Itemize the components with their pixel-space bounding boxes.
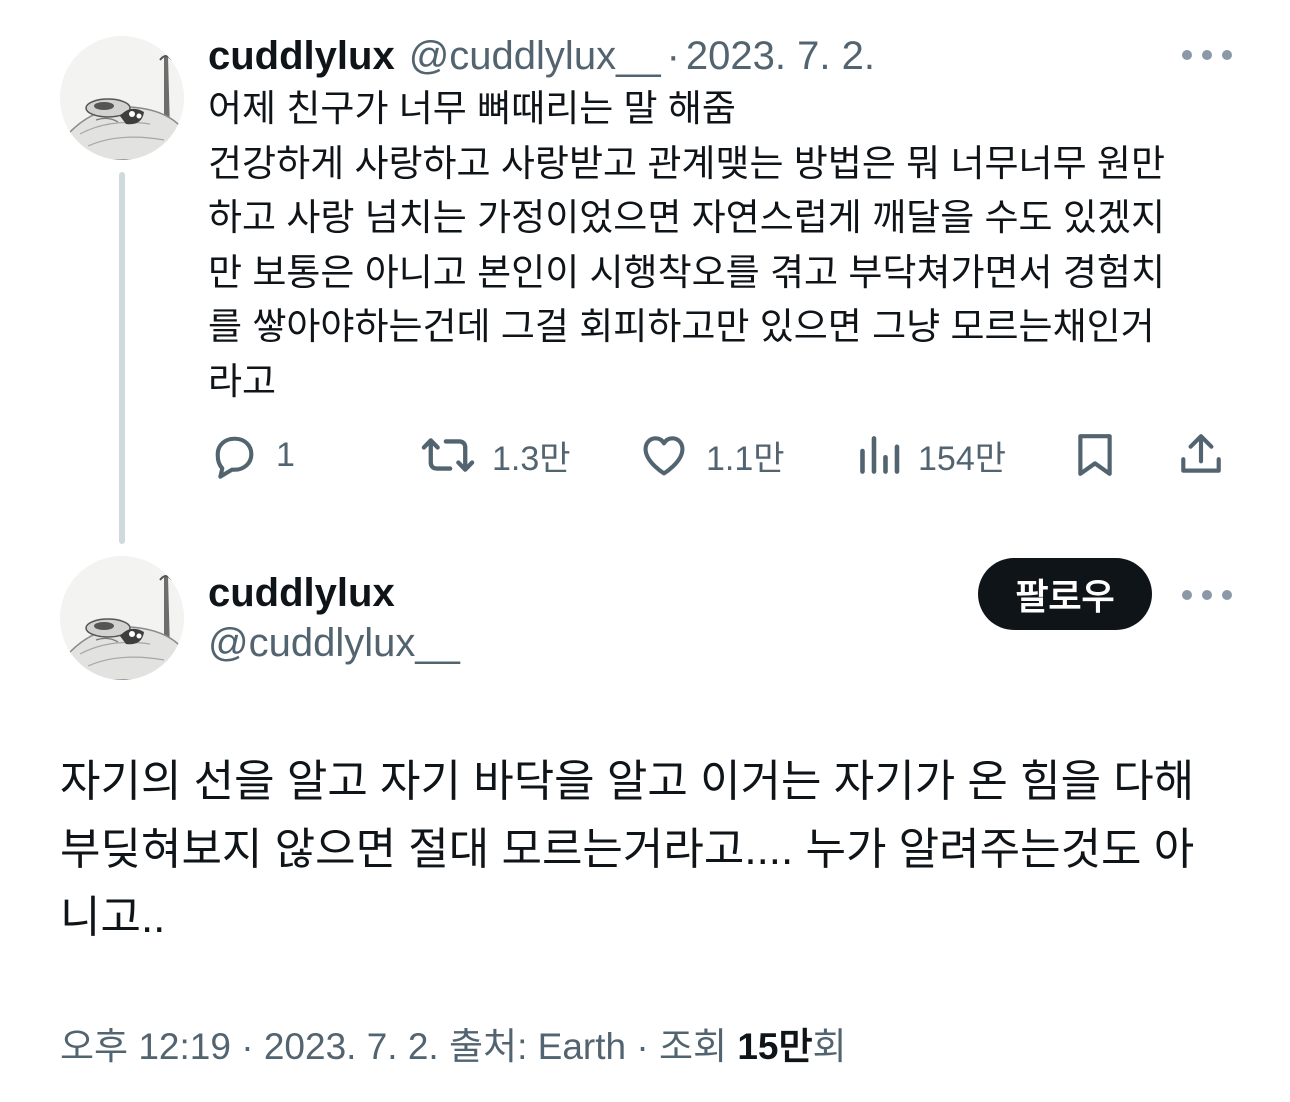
views-suffix: 회 <box>812 1026 847 1067</box>
main-post-text: 자기의 선을 알고 자기 바닥을 알고 이거는 자기가 온 힘을 다해 부딪혀보… <box>60 748 1240 952</box>
bookmark-icon <box>1078 434 1112 476</box>
views-icon <box>860 436 900 474</box>
more-dot <box>1202 50 1212 60</box>
main-text-line: 부딪혀보지 않으면 절대 모르는거라고.... 누가 알려주는것도 아 <box>60 825 1195 874</box>
reply-date[interactable]: 2023. 7. 2. <box>686 30 875 82</box>
bookmark-button[interactable] <box>1072 425 1118 485</box>
post-date[interactable]: 2023. 7. 2. <box>264 1026 439 1067</box>
reply-avatar[interactable] <box>60 36 184 160</box>
main-text-line: 니고.. <box>60 893 166 942</box>
main-more-button[interactable] <box>1182 580 1232 610</box>
meta-separator: · <box>230 1026 264 1067</box>
like-count: 1.1만 <box>706 439 785 478</box>
reply-icon <box>215 436 254 479</box>
views-number: 15만 <box>737 1026 813 1067</box>
reply-count: 1 <box>276 435 295 474</box>
header-separator: · <box>666 34 680 78</box>
main-avatar[interactable] <box>60 556 184 680</box>
like-button[interactable]: 1.1만 <box>638 425 785 485</box>
main-text-line: 자기의 선을 알고 자기 바닥을 알고 이거는 자기가 온 힘을 다해 <box>60 757 1195 806</box>
thread-connector-line <box>119 172 125 544</box>
more-dot <box>1202 590 1212 600</box>
like-icon <box>643 436 685 476</box>
reply-author-handle[interactable]: @cuddlylux__ <box>409 30 661 82</box>
repost-icon <box>421 438 475 472</box>
reply-header: cuddlylux @cuddlylux__ · 2023. 7. 2. <box>208 30 875 82</box>
reply-text: 어제 친구가 너무 뼈때리는 말 해줌 건강하게 사랑하고 사랑받고 관계맺는 … <box>208 82 1238 409</box>
more-dot <box>1222 590 1232 600</box>
more-dot <box>1182 590 1192 600</box>
reply-action-bar: 1 1.3만 1.1만 154만 <box>0 425 1290 485</box>
reply-button[interactable]: 1 <box>208 425 295 485</box>
views-label: 조회 <box>658 1026 738 1067</box>
meta-separator: · <box>626 1026 659 1067</box>
post-source: 출처: Earth <box>438 1026 627 1067</box>
reply-text-line: 를 쌓아야하는건데 그걸 회피하고만 있으면 그냥 모르는채인거 <box>208 306 1155 347</box>
repost-count: 1.3만 <box>492 439 571 478</box>
view-count: 154만 <box>918 439 1007 478</box>
post-time[interactable]: 오후 12:19 <box>60 1026 231 1067</box>
views-button[interactable]: 154만 <box>856 425 1006 485</box>
main-author-name[interactable]: cuddlylux <box>208 568 395 618</box>
reply-more-button[interactable] <box>1182 40 1232 70</box>
follow-button[interactable]: 팔로우 <box>978 558 1152 630</box>
reply-text-line: 라고 <box>208 360 277 402</box>
reply-text-line: 건강하게 사랑하고 사랑받고 관계맺는 방법은 뭐 너무너무 원만 <box>208 142 1165 184</box>
reply-author-name[interactable]: cuddlylux <box>208 30 395 82</box>
more-dot <box>1182 50 1192 60</box>
reply-text-line: 만 보통은 아니고 본인이 시행착오를 겪고 부닥쳐가면서 경험치 <box>208 251 1165 293</box>
share-button[interactable] <box>1176 425 1226 485</box>
reply-text-line: 하고 사랑 넘치는 가정이었으면 자연스럽게 깨달을 수도 있겠지 <box>208 197 1165 238</box>
more-dot <box>1222 50 1232 60</box>
share-icon <box>1181 434 1221 473</box>
repost-button[interactable]: 1.3만 <box>420 425 571 485</box>
post-meta: 오후 12:19 · 2023. 7. 2. 출처: Earth · 조회 15… <box>60 1022 847 1072</box>
reply-text-line: 어제 친구가 너무 뼈때리는 말 해줌 <box>208 88 736 129</box>
main-author-handle[interactable]: @cuddlylux__ <box>208 618 460 668</box>
